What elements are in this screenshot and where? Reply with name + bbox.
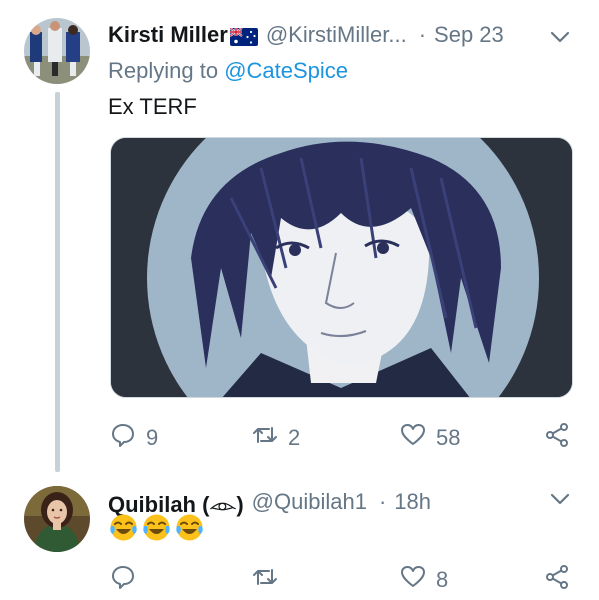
timestamp[interactable]: 18h (394, 489, 431, 515)
author-handle[interactable]: @Quibilah1 (252, 489, 367, 515)
tweet[interactable]: Quibilah (𓁹) @Quibilah1 · 18h 8 (0, 470, 599, 600)
author-handle[interactable]: @KirstiMiller... (266, 22, 407, 48)
share-button[interactable] (544, 562, 570, 598)
avatar[interactable] (24, 486, 90, 552)
separator-dot: · (378, 489, 387, 514)
reply-button[interactable]: 9 (110, 420, 158, 456)
timestamp[interactable]: Sep 23 (434, 22, 504, 48)
face-with-tears-of-joy-icon (108, 512, 139, 543)
tweet-actions: 9 2 58 (108, 420, 578, 456)
reply-count: 9 (146, 425, 159, 450)
like-button[interactable]: 58 (400, 420, 460, 456)
chevron-down-icon[interactable] (549, 488, 571, 510)
share-icon (544, 564, 570, 596)
retweet-count: 2 (288, 425, 301, 450)
drawn-portrait-image[interactable] (110, 137, 573, 398)
replying-to: Replying to @CateSpice (108, 58, 348, 84)
reply-icon (110, 422, 136, 454)
tweet-actions: 8 (108, 562, 578, 598)
retweet-icon (252, 422, 278, 454)
reply-button[interactable] (110, 562, 146, 598)
flag-australia-icon (229, 26, 258, 46)
heart-icon (400, 422, 426, 454)
like-count: 8 (436, 567, 449, 592)
face-with-tears-of-joy-icon (174, 512, 205, 543)
heart-icon (400, 564, 426, 596)
reply-icon (110, 564, 136, 596)
tweet-header: Kirsti Miller @KirstiMiller... · Sep 23 (108, 17, 579, 53)
retweet-icon (252, 564, 278, 596)
like-button[interactable]: 8 (400, 562, 448, 598)
avatar[interactable] (24, 18, 90, 84)
mention-link[interactable]: @CateSpice (224, 58, 348, 83)
author-name[interactable]: Kirsti Miller (108, 22, 228, 48)
retweet-button[interactable] (252, 562, 288, 598)
tweet[interactable]: Kirsti Miller @KirstiMiller... · Sep 23 … (0, 0, 599, 472)
retweet-button[interactable]: 2 (252, 420, 300, 456)
chevron-down-icon[interactable] (549, 26, 571, 48)
tweet-text (108, 512, 205, 543)
face-with-tears-of-joy-icon (141, 512, 172, 543)
tweet-text: Ex TERF (108, 94, 197, 119)
like-count: 58 (436, 425, 461, 450)
share-icon (544, 422, 570, 454)
replying-prefix: Replying to (108, 58, 219, 83)
share-button[interactable] (544, 420, 570, 456)
separator-dot: · (418, 22, 427, 47)
thread-line (55, 92, 60, 472)
